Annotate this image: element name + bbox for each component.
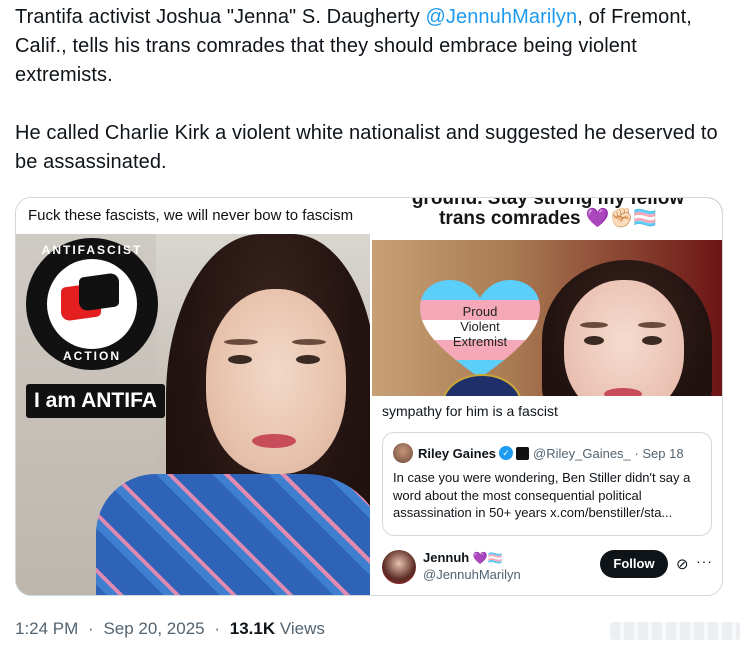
- follow-button: Follow: [600, 550, 668, 578]
- quote-body: In case you were wondering, Ben Stiller …: [393, 470, 691, 520]
- banner-line-1: ground. Stay strong my fellow: [372, 198, 722, 208]
- quote-header: Riley Gaines ✓ @Riley_Gaines_ · Sep 18: [393, 443, 701, 463]
- avatar: [393, 443, 413, 463]
- meta-separator: ·: [88, 619, 94, 638]
- quote-card: Riley Gaines ✓ @Riley_Gaines_ · Sep 18 I…: [382, 432, 712, 536]
- views-count[interactable]: 13.1K: [230, 619, 275, 638]
- logo-inner: [47, 259, 137, 349]
- logo-text-bottom: ACTION: [63, 349, 121, 363]
- grok-icon: ⊘: [676, 556, 689, 573]
- more-icon: ···: [696, 553, 713, 569]
- user-name-emoji: 💜🏳️‍⚧️: [472, 551, 503, 565]
- tweet-time[interactable]: 1:24 PM: [15, 619, 78, 638]
- avatar: [382, 550, 416, 584]
- photo-brow-right: [638, 322, 666, 328]
- photo-brow-left: [224, 339, 258, 345]
- media-image-right-top[interactable]: Proud Violent Extremist ground. Stay str…: [372, 198, 722, 396]
- tweet-text-start: Trantifa activist Joshua "Jenna" S. Daug…: [15, 6, 426, 28]
- antifa-badge: I am ANTIFA: [26, 384, 165, 418]
- image-caption: Fuck these fascists, we will never bow t…: [16, 198, 370, 234]
- verified-badge-icon: ✓: [499, 446, 514, 460]
- photo-eye-left: [228, 355, 252, 364]
- photo-eye-right: [296, 355, 320, 364]
- tweet-paragraph-2: He called Charlie Kirk a violent white n…: [15, 122, 718, 173]
- photo-brow-left: [580, 322, 608, 328]
- mention-link[interactable]: @JennuhMarilyn: [425, 6, 577, 28]
- tweet-date[interactable]: Sep 20, 2025: [103, 619, 204, 638]
- user-handle: @JennuhMarilyn: [423, 567, 521, 582]
- quote-handle-date: @Riley_Gaines_ · Sep 18: [533, 445, 684, 461]
- views-label: Views: [279, 619, 325, 638]
- image-banner: ground. Stay strong my fellow trans comr…: [372, 198, 722, 240]
- photo-face: [564, 280, 684, 396]
- media-image-left[interactable]: Fuck these fascists, we will never bow t…: [16, 198, 370, 595]
- quote-author-name: Riley Gaines: [418, 445, 497, 461]
- photo-face: [206, 289, 346, 474]
- watermark: [610, 622, 740, 640]
- tweet-meta: 1:24 PM · Sep 20, 2025 · 13.1K Views: [15, 619, 325, 639]
- heart-text: Proud Violent Extremist: [452, 304, 508, 349]
- photo-lips: [604, 388, 642, 396]
- logo-text-top: ANTIFASCIST: [41, 243, 143, 257]
- user-row: Jennuh 💜🏳️‍⚧️ @JennuhMarilyn Follow ⊘ ··…: [382, 546, 712, 590]
- banner-line-2: trans comrades 💜✊🏻🏳️‍⚧️: [439, 208, 657, 229]
- photo-right: Proud Violent Extremist: [372, 240, 722, 396]
- affiliation-badge-icon: [516, 446, 530, 460]
- media-grid: Fuck these fascists, we will never bow t…: [15, 197, 723, 596]
- photo-shirt: [96, 474, 370, 595]
- photo-lips: [252, 434, 296, 448]
- user-name: Jennuh 💜🏳️‍⚧️: [423, 550, 503, 565]
- cut-off-text: sympathy for him is a fascist: [382, 403, 558, 419]
- tweet-text: Trantifa activist Joshua "Jenna" S. Daug…: [15, 3, 725, 177]
- tweet-paragraph-1: Trantifa activist Joshua "Jenna" S. Daug…: [15, 3, 725, 90]
- antifa-logo-icon: ANTIFASCIST ACTION: [26, 238, 158, 370]
- black-flag-icon: [79, 272, 119, 312]
- photo-brow-right: [292, 339, 326, 345]
- photo-eye-left: [584, 336, 604, 345]
- photo-eye-right: [642, 336, 662, 345]
- meta-separator: ·: [214, 619, 221, 638]
- user-name-text: Jennuh: [423, 550, 470, 565]
- media-image-right-bottom[interactable]: sympathy for him is a fascist Riley Gain…: [372, 396, 722, 595]
